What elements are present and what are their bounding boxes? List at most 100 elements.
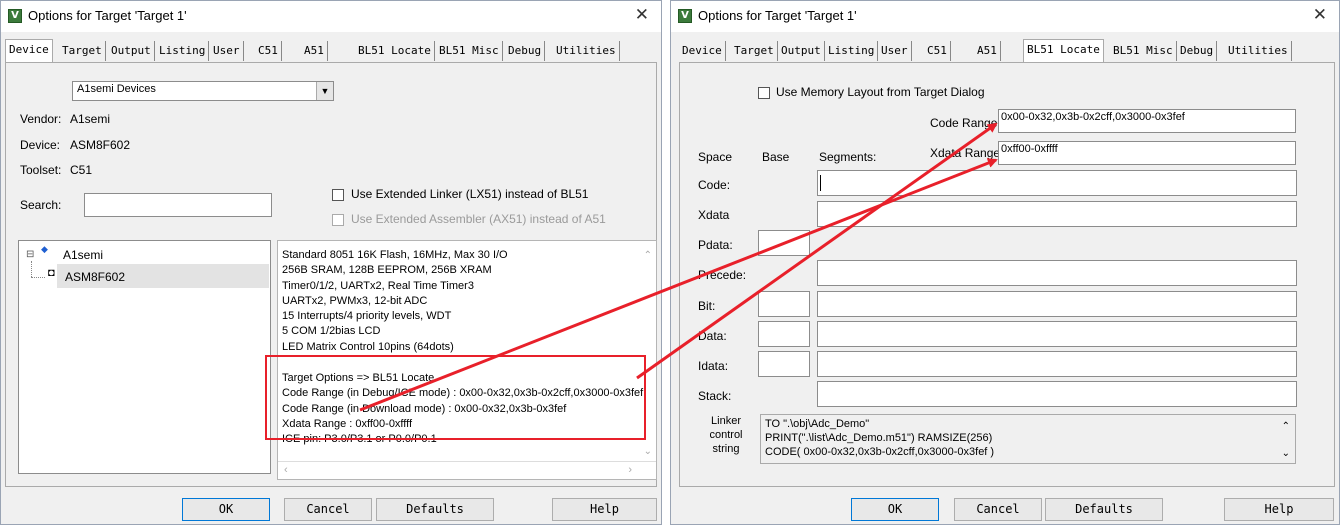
pdata-row-label: Pdata: <box>698 238 733 252</box>
linker-control-string-label: Linker control string <box>698 414 754 456</box>
xdata-range-label: Xdata Range: <box>930 146 1004 160</box>
close-icon[interactable]: ✕ <box>635 5 649 25</box>
linker-label-line: Linker <box>711 415 741 427</box>
defaults-button[interactable]: Defaults <box>1045 498 1163 521</box>
tab-user[interactable]: User <box>878 41 912 61</box>
tab-device[interactable]: Device <box>5 39 53 62</box>
linker-label-line: string <box>712 443 740 455</box>
device-panel: A1semi Devices ▼ Vendor: A1semi Device: … <box>5 62 657 487</box>
code-range-input[interactable]: 0x00-0x32,0x3b-0x2cff,0x3000-0x3fef <box>998 109 1296 133</box>
pdata-base-input[interactable] <box>758 230 810 256</box>
dialog-title: Options for Target 'Target 1' <box>28 8 187 23</box>
desc-line: 15 Interrupts/4 priority levels, WDT <box>282 310 452 323</box>
title-bar: V Options for Target 'Target 1' ✕ <box>1 1 661 32</box>
tab-listing[interactable]: Listing <box>156 41 210 61</box>
ax51-option-label: Use Extended Assembler (AX51) instead of… <box>351 212 606 226</box>
desc-line: 5 COM 1/2bias LCD <box>282 325 381 338</box>
code-range-label: Code Range: <box>930 116 1001 130</box>
desc-line: LED Matrix Control 10pins (64dots) <box>282 340 454 353</box>
tab-c51[interactable]: C51 <box>255 41 282 61</box>
chip-icon: ◘ <box>48 267 55 279</box>
space-column-header: Space <box>698 150 733 164</box>
data-segments-input[interactable] <box>817 321 1297 347</box>
cancel-button[interactable]: Cancel <box>954 498 1042 521</box>
stack-segments-input[interactable] <box>817 381 1297 407</box>
tree-node-device[interactable]: ASM8F602 <box>65 270 125 284</box>
code-row-label: Code: <box>698 178 731 192</box>
xdata-segments-input[interactable] <box>817 201 1297 227</box>
cancel-button[interactable]: Cancel <box>284 498 372 521</box>
horizontal-scrollbar[interactable]: ‹ › <box>278 461 656 479</box>
use-memory-layout-checkbox[interactable] <box>758 87 770 99</box>
close-icon[interactable]: ✕ <box>1313 5 1327 25</box>
ax51-checkbox <box>332 214 344 226</box>
lx51-checkbox[interactable] <box>332 189 344 201</box>
ok-button[interactable]: OK <box>851 498 939 521</box>
vendor-label: Vendor: <box>20 112 62 126</box>
chevron-down-icon[interactable]: ▼ <box>316 82 333 100</box>
tab-listing[interactable]: Listing <box>825 41 879 61</box>
tab-bl51-locate[interactable]: BL51 Locate <box>1023 39 1104 62</box>
scroll-left-icon[interactable]: ‹ <box>284 463 288 478</box>
tab-utilities[interactable]: Utilities <box>1225 41 1292 61</box>
xdata-range-input[interactable]: 0xff00-0xffff <box>998 141 1296 165</box>
tab-target[interactable]: Target <box>59 41 106 61</box>
linker-line: CODE( 0x00-0x32,0x3b-0x2cff,0x3000-0x3fe… <box>765 446 995 458</box>
device-options-dialog: V Options for Target 'Target 1' ✕ Device… <box>0 0 662 525</box>
ok-button[interactable]: OK <box>182 498 270 521</box>
title-bar: V Options for Target 'Target 1' ✕ <box>671 1 1339 32</box>
tab-bl51-locate[interactable]: BL51 Locate <box>355 41 435 61</box>
scroll-up-icon[interactable]: ⌃ <box>1282 420 1290 434</box>
help-button[interactable]: Help <box>1224 498 1334 521</box>
vendor-value: A1semi <box>70 112 111 126</box>
idata-base-input[interactable] <box>758 351 810 377</box>
scroll-right-icon[interactable]: › <box>628 463 632 478</box>
idata-segments-input[interactable] <box>817 351 1297 377</box>
annotation-highlight-box <box>265 355 646 440</box>
scroll-down-icon[interactable]: ⌄ <box>1282 447 1290 461</box>
bl51-locate-dialog: V Options for Target 'Target 1' ✕ Device… <box>670 0 1340 525</box>
bit-segments-input[interactable] <box>817 291 1297 317</box>
data-base-input[interactable] <box>758 321 810 347</box>
tab-user[interactable]: User <box>210 41 244 61</box>
tab-device[interactable]: Device <box>679 41 726 61</box>
tab-bl51-misc[interactable]: BL51 Misc <box>1110 41 1177 61</box>
tab-debug[interactable]: Debug <box>505 41 546 61</box>
device-value: ASM8F602 <box>70 138 131 152</box>
bit-base-input[interactable] <box>758 291 810 317</box>
xdata-row-label: Xdata <box>698 208 730 222</box>
segments-column-header: Segments: <box>819 150 877 164</box>
use-memory-layout-label: Use Memory Layout from Target Dialog <box>776 85 985 99</box>
search-input[interactable] <box>84 193 272 217</box>
precede-segments-input[interactable] <box>817 260 1297 286</box>
tab-debug[interactable]: Debug <box>1177 41 1218 61</box>
search-label: Search: <box>20 198 62 212</box>
bit-row-label: Bit: <box>698 299 716 313</box>
tab-c51[interactable]: C51 <box>924 41 951 61</box>
defaults-button[interactable]: Defaults <box>376 498 494 521</box>
tab-a51[interactable]: A51 <box>974 41 1001 61</box>
desc-line: Timer0/1/2, UARTx2, Real Time Timer3 <box>282 279 474 292</box>
tab-bl51-misc[interactable]: BL51 Misc <box>436 41 503 61</box>
linker-control-string-box[interactable]: TO ".\obj\Adc_Demo" PRINT(".\list\Adc_De… <box>760 414 1296 464</box>
scroll-up-icon[interactable]: ⌃ <box>644 248 652 263</box>
tab-output[interactable]: Output <box>108 41 155 61</box>
code-segments-input[interactable] <box>817 170 1297 196</box>
linker-line: TO ".\obj\Adc_Demo" <box>765 418 870 430</box>
scroll-down-icon[interactable]: ⌄ <box>644 444 652 459</box>
device-database-value: A1semi Devices <box>77 83 156 95</box>
device-label: Device: <box>20 138 61 152</box>
tab-output[interactable]: Output <box>778 41 825 61</box>
help-button[interactable]: Help <box>552 498 657 521</box>
device-database-select[interactable]: A1semi Devices ▼ <box>72 81 334 101</box>
tab-utilities[interactable]: Utilities <box>553 41 620 61</box>
desc-line: UARTx2, PWMx3, 12-bit ADC <box>282 294 428 307</box>
tab-target[interactable]: Target <box>731 41 778 61</box>
idata-row-label: Idata: <box>698 359 729 373</box>
stack-row-label: Stack: <box>698 389 732 403</box>
device-tree: ⊟ ◆ A1semi ◘ ASM8F602 <box>18 240 271 474</box>
data-row-label: Data: <box>698 329 727 343</box>
tree-node-vendor[interactable]: A1semi <box>63 248 103 262</box>
collapse-icon[interactable]: ⊟ <box>26 249 34 260</box>
tab-a51[interactable]: A51 <box>301 41 328 61</box>
